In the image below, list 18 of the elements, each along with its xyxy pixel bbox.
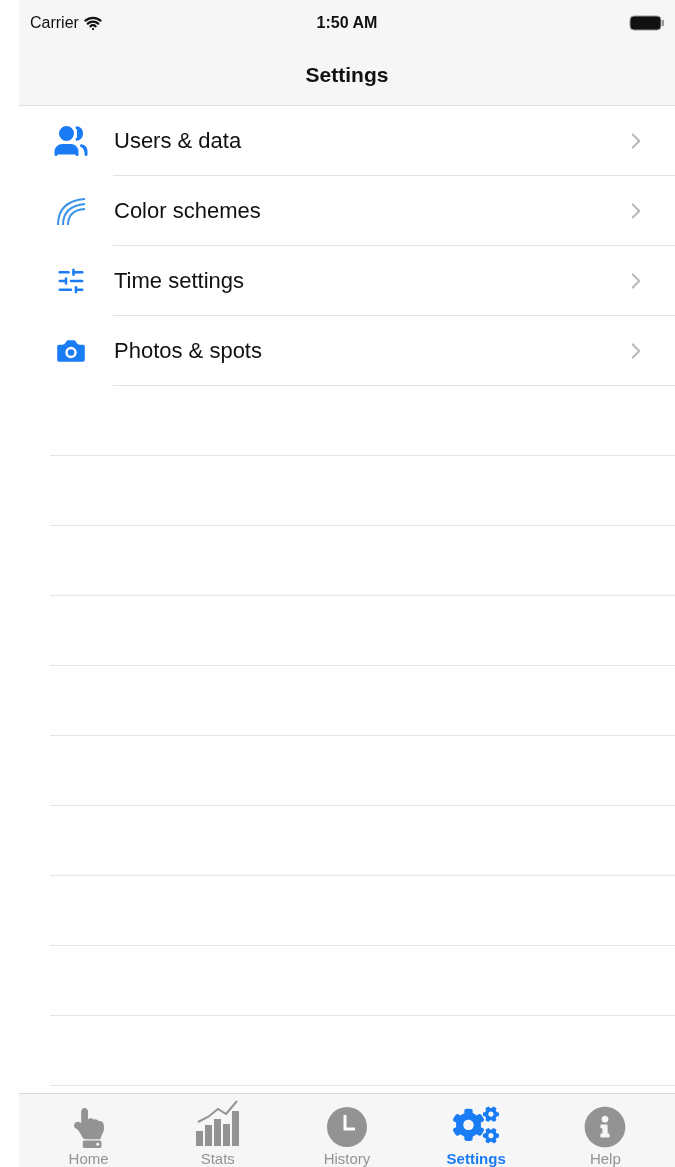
arcs-icon <box>55 196 87 226</box>
tab-bar-item[interactable]: Settings <box>421 1094 532 1167</box>
sliders-icon <box>56 266 86 296</box>
tab-bar-item[interactable]: Stats <box>162 1094 273 1167</box>
battery-icon <box>629 14 665 31</box>
menu-item[interactable]: Color schemes <box>114 198 623 224</box>
tab-bar-item[interactable]: Help <box>550 1094 661 1167</box>
status-time: 1:50 AM <box>316 13 378 32</box>
tab-bar-item[interactable]: Home <box>33 1094 144 1167</box>
menu-item[interactable]: Users & data <box>114 128 623 154</box>
menu-item[interactable]: Photos & spots <box>114 338 623 364</box>
carrier-label: Carrier <box>30 13 79 32</box>
people-icon <box>53 123 89 159</box>
info-icon <box>584 1106 627 1148</box>
menu-item[interactable]: Time settings <box>114 268 623 294</box>
tab-bar-item[interactable]: History <box>291 1094 402 1167</box>
clock-icon <box>325 1106 368 1148</box>
screen-title: Settings <box>305 63 389 87</box>
